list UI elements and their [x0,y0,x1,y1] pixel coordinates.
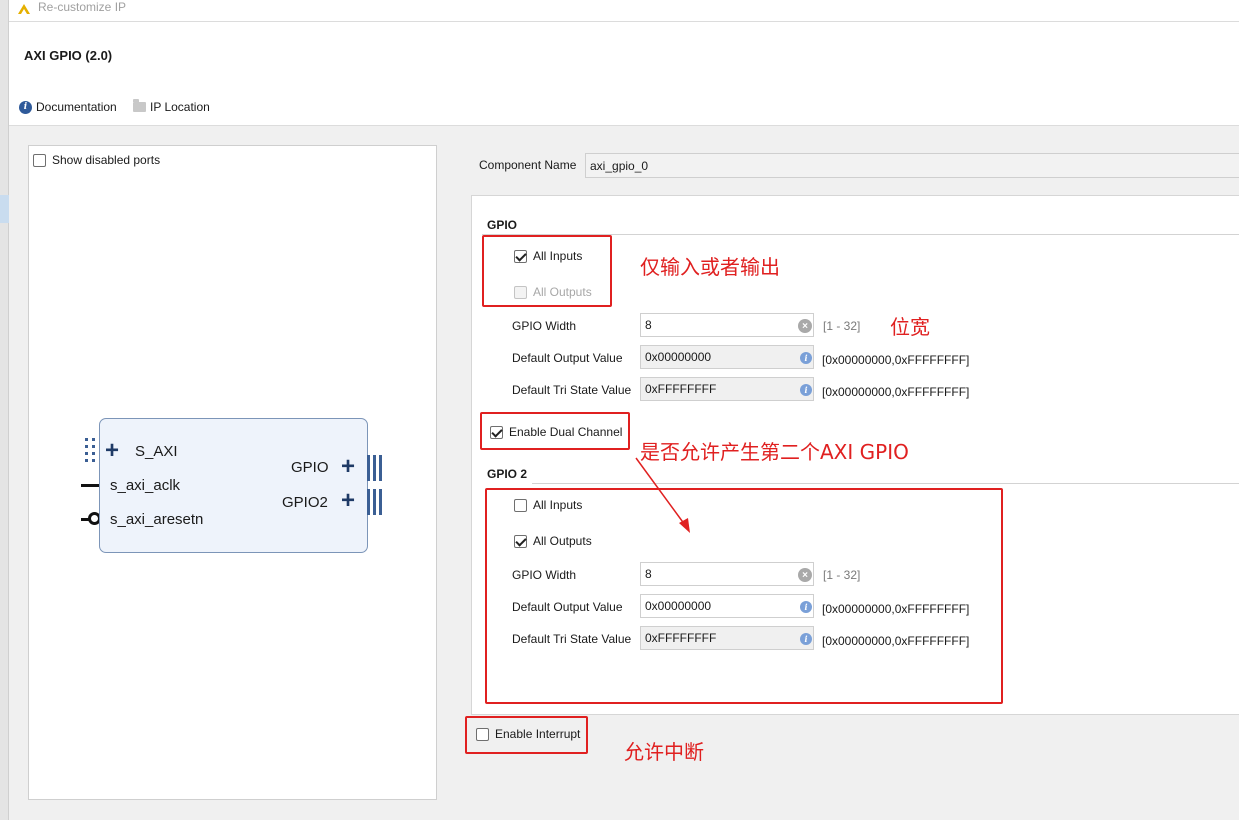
annotation-width-note: 位宽 [890,315,930,339]
left-edge-strip [0,0,9,820]
title-bar: Re-customize IP [9,0,1239,22]
show-disabled-ports-checkbox[interactable]: Show disabled ports [33,153,160,167]
show-disabled-ports-box[interactable] [33,153,46,167]
xilinx-logo-icon [18,4,30,14]
s-axi-plus-icon[interactable]: + [105,439,119,463]
s-axi-bus-marker [85,438,95,462]
gpio-default-output-range: [0x00000000,0xFFFFFFFF] [822,353,970,367]
component-name-input[interactable] [585,153,1239,178]
gpio-width-range: [1 - 32] [823,319,861,333]
annotation-box-dual-channel [480,412,630,450]
port-gpio2: GPIO2 [282,494,328,511]
port-s-axi: S_AXI [135,443,178,460]
annotation-box-io [482,235,612,307]
folder-icon [133,99,146,112]
gpio-default-output-info-icon[interactable]: i [800,352,812,364]
annotation-box-gpio2 [485,488,1003,704]
annotation-box-interrupt [465,716,588,754]
gpio2-plus-icon[interactable]: + [341,489,355,513]
gpio-width-input[interactable] [640,313,814,337]
annotation-dual-note: 是否允许产生第二个AXI GPIO [640,440,909,464]
gpio-section-title: GPIO [487,218,518,232]
show-disabled-ports-label: Show disabled ports [52,153,161,167]
port-s-axi-aresetn: s_axi_aresetn [110,511,204,528]
gpio-default-tri-info-icon[interactable]: i [800,384,812,396]
gpio-bus-bars [367,455,382,481]
ip-location-link[interactable]: IP Location [133,99,210,114]
gpio-plus-icon[interactable]: + [341,455,355,479]
ip-name-title: AXI GPIO (2.0) [24,48,113,63]
aclk-pin-line [81,484,99,487]
documentation-link[interactable]: i Documentation [19,100,117,114]
gpio-width-label: GPIO Width [512,319,577,333]
gpio-width-clear-icon[interactable]: × [798,319,812,333]
port-gpio: GPIO [291,459,329,476]
port-s-axi-aclk: s_axi_aclk [110,477,181,494]
gpio-default-tri-range: [0x00000000,0xFFFFFFFF] [822,385,970,399]
annotation-interrupt-note: 允许中断 [624,740,704,764]
gpio-default-tri-label: Default Tri State Value [512,383,632,397]
documentation-label: Documentation [36,100,117,114]
info-icon: i [19,100,32,114]
annotation-arrow [635,457,690,533]
annotation-io-note: 仅输入或者输出 [640,255,780,279]
ip-symbol-preview: Show disabled ports + S_AXI s_axi_aclk s… [28,145,437,800]
left-strip-selection [0,195,9,223]
component-name-label: Component Name [479,158,577,172]
ip-location-label: IP Location [150,100,210,114]
ip-block: + S_AXI s_axi_aclk s_axi_aresetn GPIO + … [99,418,368,553]
window-title: Re-customize IP [38,0,127,14]
gpio-default-output-input[interactable] [640,345,814,369]
gpio2-bus-bars [367,489,382,515]
gpio-default-output-label: Default Output Value [512,351,623,365]
gpio-default-tri-input[interactable] [640,377,814,401]
gpio2-section-title: GPIO 2 [487,467,528,481]
ip-header: AXI GPIO (2.0) i Documentation IP Locati… [9,22,1239,126]
